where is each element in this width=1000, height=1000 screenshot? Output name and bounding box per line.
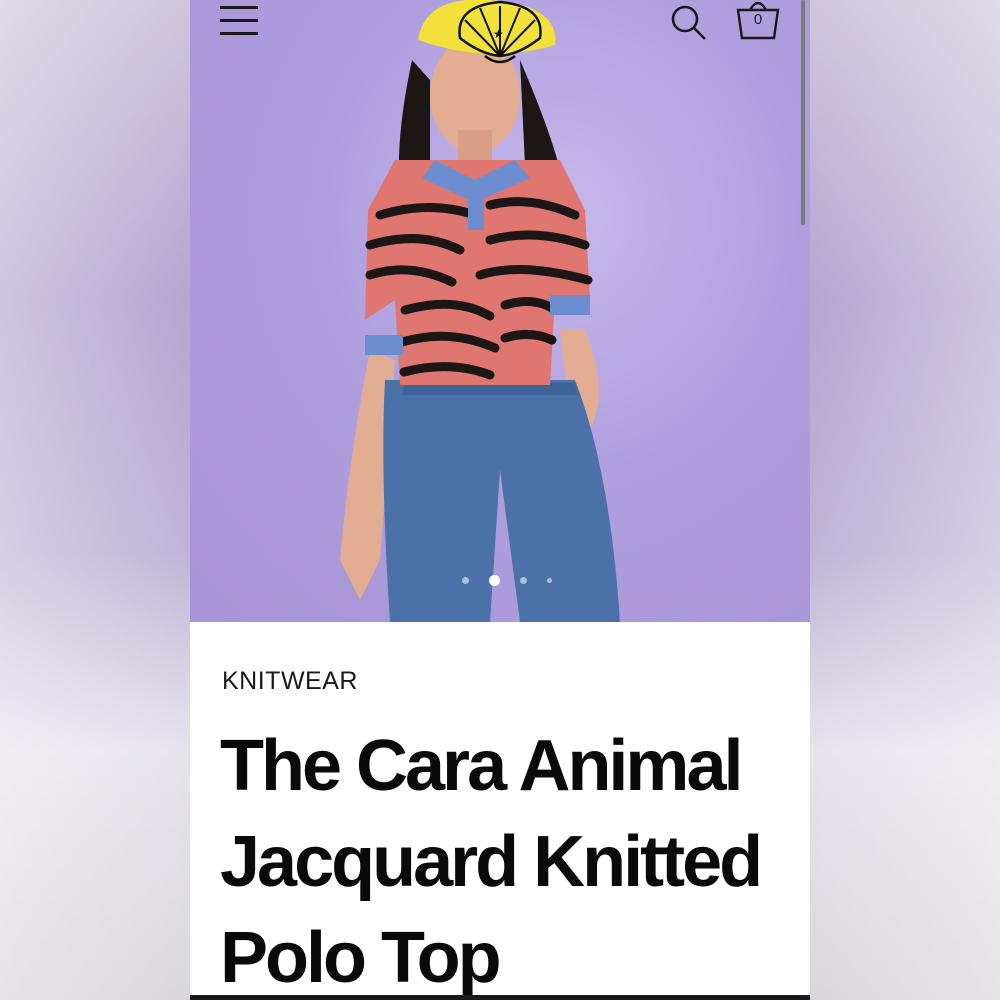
right-background-blur — [810, 0, 1000, 1000]
svg-text:★: ★ — [493, 27, 504, 41]
carousel-dot[interactable] — [520, 576, 527, 584]
carousel-dots — [462, 574, 572, 586]
product-page: ★ 0 KNITWEAR The Cara Animal Jacquard Kn… — [190, 0, 810, 1000]
hamburger-menu-icon[interactable] — [220, 6, 260, 38]
product-photo — [340, 0, 620, 622]
left-background-blur — [0, 0, 190, 1000]
carousel-dot-active[interactable] — [489, 574, 500, 586]
product-image-carousel[interactable]: ★ 0 — [190, 0, 810, 622]
carousel-dot[interactable] — [462, 576, 469, 584]
seashell-logo-icon[interactable]: ★ — [440, 0, 560, 68]
product-category[interactable]: KNITWEAR — [222, 667, 358, 696]
product-title: The Cara Animal Jacquard Knitted Polo To… — [220, 726, 763, 998]
basket-count-badge: 0 — [753, 11, 763, 28]
scrollbar[interactable] — [801, 0, 805, 225]
basket-icon[interactable]: 0 — [730, 0, 786, 44]
search-icon[interactable] — [668, 2, 708, 42]
divider — [190, 995, 810, 1000]
carousel-dot[interactable] — [547, 577, 552, 583]
